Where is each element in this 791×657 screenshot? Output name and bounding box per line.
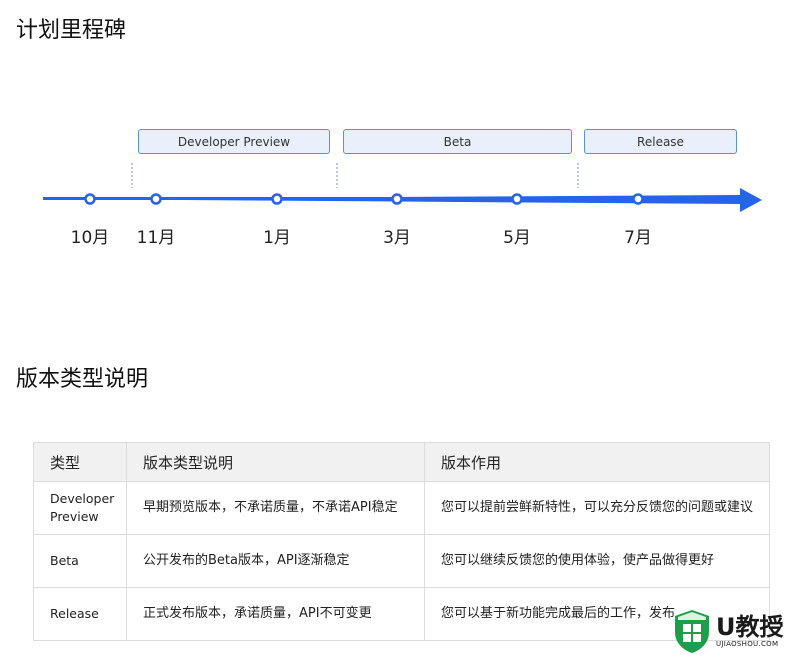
table-row: Developer Preview 早期预览版本，不承诺质量，不承诺API稳定 …	[33, 481, 770, 535]
watermark-url: UJIAOSHOU.COM	[716, 640, 779, 648]
role-cell: 您可以提前尝鲜新特性，可以充分反馈您的问题或建议	[424, 481, 770, 535]
watermark-text: U教授 UJIAOSHOU.COM	[716, 614, 784, 648]
milestone-dot	[84, 193, 96, 205]
month-label-mar: 3月	[383, 228, 411, 248]
table-row: Beta 公开发布的Beta版本，API逐渐稳定 您可以继续反馈您的使用体验，使…	[33, 534, 770, 588]
watermark: U教授 UJIAOSHOU.COM	[672, 605, 791, 657]
column-header-description: 版本类型说明	[126, 442, 425, 482]
milestone-dot	[391, 193, 403, 205]
milestones-title: 计划里程碑	[16, 18, 127, 43]
milestone-dot	[271, 193, 283, 205]
type-cell: Beta	[33, 534, 127, 588]
windows-shield-icon	[675, 610, 709, 653]
type-cell: Developer Preview	[33, 481, 127, 535]
phase-developer-preview: Developer Preview	[138, 129, 330, 154]
watermark-logo-text: U教授	[716, 613, 784, 641]
phase-beta: Beta	[343, 129, 572, 154]
milestone-dot	[632, 193, 644, 205]
description-cell: 公开发布的Beta版本，API逐渐稳定	[126, 534, 425, 588]
table-row: Release 正式发布版本，承诺质量，API不可变更 您可以基于新功能完成最后…	[33, 587, 770, 641]
version-types-title: 版本类型说明	[16, 367, 149, 392]
milestone-dot	[150, 193, 162, 205]
column-header-type: 类型	[33, 442, 127, 482]
description-cell: 早期预览版本，不承诺质量，不承诺API稳定	[126, 481, 425, 535]
type-cell: Release	[33, 587, 127, 641]
timeline	[43, 163, 762, 212]
column-header-role: 版本作用	[424, 442, 770, 482]
role-cell: 您可以继续反馈您的使用体验，使产品做得更好	[424, 534, 770, 588]
month-label-jul: 7月	[624, 228, 652, 248]
month-label-nov: 11月	[136, 228, 176, 248]
milestone-dot	[511, 193, 523, 205]
timeline-arrow-icon	[740, 188, 762, 212]
table-header-row: 类型 版本类型说明 版本作用	[33, 442, 770, 482]
phase-release: Release	[584, 129, 737, 154]
month-label-may: 5月	[503, 228, 531, 248]
month-label-oct: 10月	[70, 228, 110, 248]
month-label-jan: 1月	[263, 228, 291, 248]
description-cell: 正式发布版本，承诺质量，API不可变更	[126, 587, 425, 641]
version-types-table: 类型 版本类型说明 版本作用 Developer Preview 早期预览版本，…	[33, 442, 770, 641]
